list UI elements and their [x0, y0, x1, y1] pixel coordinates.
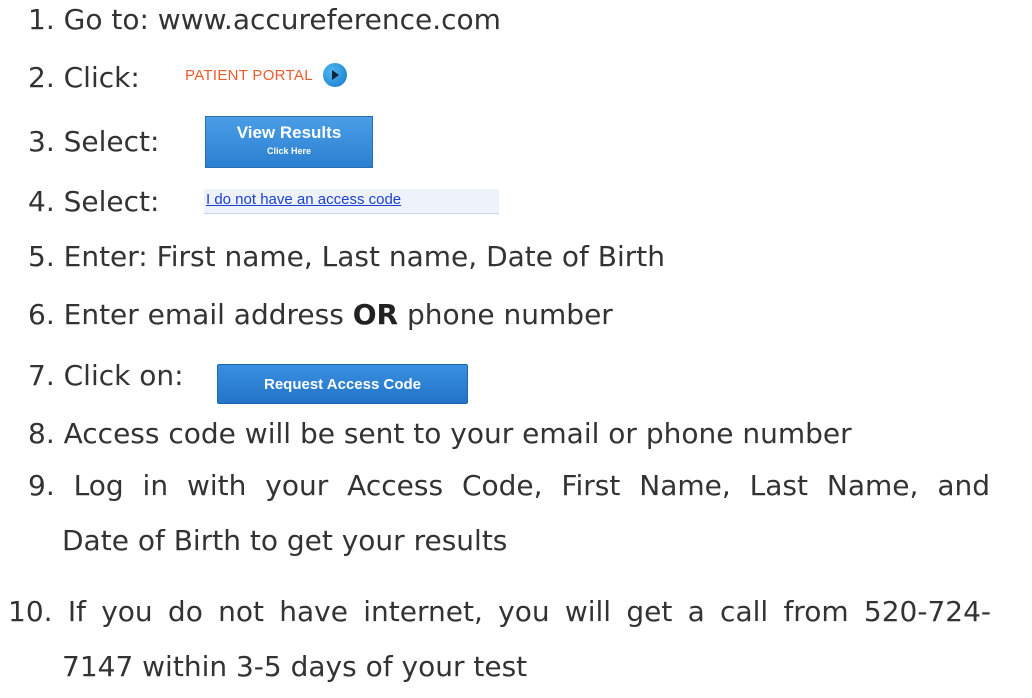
step-3: 3. Select:	[28, 122, 159, 162]
step-text: Go to: www.accureference.com	[63, 3, 501, 36]
step-number: 5.	[28, 240, 55, 273]
step-9: 9. Log in with your Access Code, First N…	[28, 466, 990, 506]
patient-portal-label: PATIENT PORTAL	[185, 66, 313, 84]
step-10-line-2: 7147 within 3-5 days of your test	[62, 650, 528, 683]
step-number: 4.	[28, 185, 55, 218]
step-text: Access code will be sent to your email o…	[63, 417, 852, 450]
step-number: 7.	[28, 359, 55, 392]
step-10-line-1: 10. If you do not have internet, you wil…	[8, 592, 991, 632]
no-access-code-link-box: I do not have an access code	[204, 189, 499, 214]
request-access-code-button[interactable]: Request Access Code	[217, 364, 468, 404]
instructions-page: 1. Go to: www.accureference.com 2. Click…	[0, 0, 1032, 698]
step-number: 6.	[28, 298, 55, 331]
no-access-code-link[interactable]: I do not have an access code	[204, 189, 499, 211]
step-number: 1.	[28, 3, 55, 36]
step-2: 2. Click:	[28, 58, 140, 98]
step-text: Select:	[63, 185, 160, 218]
step-number: 9.	[28, 469, 55, 502]
step-9-line-2: Date of Birth to get your results	[62, 524, 508, 557]
step-5: 5. Enter: First name, Last name, Date of…	[28, 237, 665, 277]
step-text: Select:	[63, 125, 160, 158]
step-text: Click:	[63, 61, 140, 94]
step-text-bold: OR	[352, 298, 399, 331]
step-number: 3.	[28, 125, 55, 158]
step-7: 7. Click on:	[28, 356, 184, 396]
step-8: 8. Access code will be sent to your emai…	[28, 414, 852, 454]
step-number: 8.	[28, 417, 55, 450]
step-9-line-1: 9. Log in with your Access Code, First N…	[28, 466, 990, 506]
view-results-button[interactable]: View Results Click Here	[205, 116, 373, 168]
step-number: 10.	[8, 595, 53, 628]
step-1: 1. Go to: www.accureference.com	[28, 0, 501, 40]
view-results-sublabel: Click Here	[266, 146, 312, 156]
step-number: 2.	[28, 61, 55, 94]
play-circle-icon	[322, 63, 347, 87]
patient-portal-link[interactable]: PATIENT PORTAL	[185, 63, 347, 87]
view-results-label: View Results	[236, 123, 342, 142]
step-text: Log in with your Access Code, First Name…	[73, 469, 991, 502]
step-6: 6. Enter email address OR phone number	[28, 295, 613, 335]
step-text: Enter: First name, Last name, Date of Bi…	[63, 240, 666, 273]
step-10: 10. If you do not have internet, you wil…	[8, 592, 991, 632]
step-text-post: phone number	[407, 298, 613, 331]
step-text: Click on:	[63, 359, 184, 392]
step-text-pre: Enter email address	[63, 298, 344, 331]
step-4: 4. Select:	[28, 182, 159, 222]
step-text: If you do not have internet, you will ge…	[67, 595, 991, 628]
